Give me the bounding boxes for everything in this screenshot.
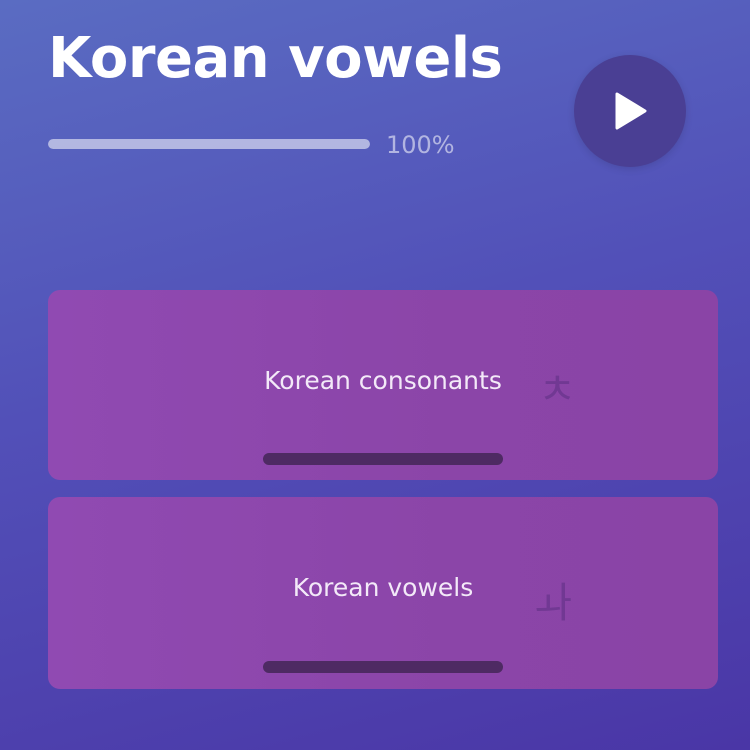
progress-bar xyxy=(48,139,370,149)
card-glyph: ㅘ xyxy=(534,578,573,627)
card-progress-bar xyxy=(263,453,503,465)
card-korean-vowels[interactable]: Korean vowels ㅘ xyxy=(48,497,718,689)
progress-bar-fill xyxy=(48,139,370,149)
card-glyph: ㅊ xyxy=(538,365,577,414)
play-icon xyxy=(615,92,647,130)
card-label: Korean vowels xyxy=(292,573,474,602)
progress-percent: 100% xyxy=(386,131,455,159)
card-label: Korean consonants xyxy=(264,366,502,395)
play-button[interactable] xyxy=(574,55,686,167)
card-korean-consonants[interactable]: Korean consonants ㅊ xyxy=(48,290,718,480)
card-progress-bar xyxy=(263,661,503,673)
page-title: Korean vowels xyxy=(48,26,503,91)
